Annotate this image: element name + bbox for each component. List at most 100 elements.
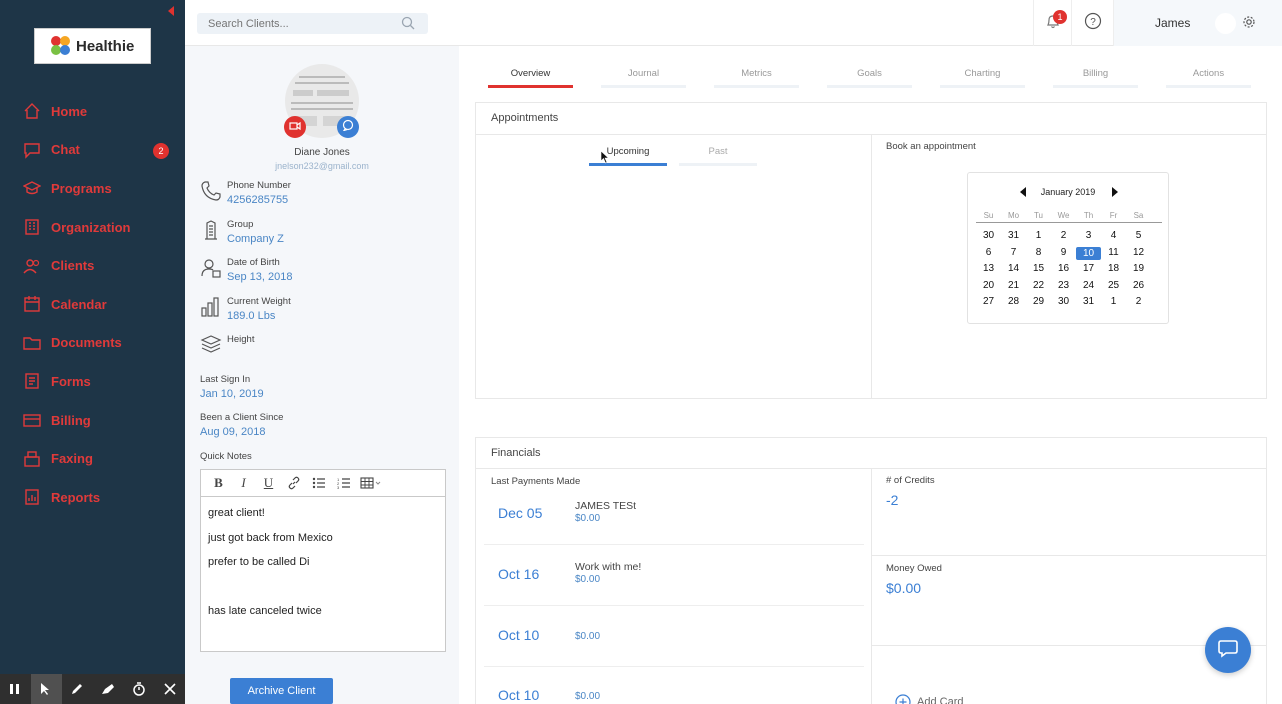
calendar-day[interactable]: 11 <box>1101 246 1126 263</box>
calendar-day[interactable]: 26 <box>1126 279 1151 296</box>
calendar-day[interactable]: 1 <box>1101 295 1126 312</box>
sidebar-item-label: Organization <box>51 219 131 235</box>
brand-logo[interactable]: Healthie <box>34 28 151 64</box>
calendar-day[interactable]: 19 <box>1126 262 1151 279</box>
tab-actions[interactable]: Actions <box>1166 58 1251 88</box>
quick-notes-editor[interactable]: B I U 123 great client! just got back fr… <box>200 469 446 652</box>
calendar-day[interactable]: 21 <box>1001 279 1026 296</box>
payment-row[interactable]: Oct 10 $0.00 <box>484 666 864 704</box>
user-menu[interactable]: James <box>1113 0 1282 46</box>
tab-journal[interactable]: Journal <box>601 58 686 88</box>
tab-metrics[interactable]: Metrics <box>714 58 799 88</box>
sidebar-item-programs[interactable]: Programs <box>0 169 185 208</box>
video-call-button[interactable] <box>284 116 306 138</box>
calendar-day[interactable]: 20 <box>976 279 1001 296</box>
bold-icon[interactable]: B <box>206 473 231 493</box>
sidebar-item-documents[interactable]: Documents <box>0 324 185 363</box>
phone-value[interactable]: 4256285755 <box>227 194 288 206</box>
sidebar-item-clients[interactable]: Clients <box>0 246 185 285</box>
calendar-day[interactable]: 5 <box>1126 229 1151 246</box>
calendar-day[interactable]: 22 <box>1026 279 1051 296</box>
sidebar-item-home[interactable]: Home <box>0 92 185 131</box>
close-icon[interactable] <box>154 674 185 704</box>
calendar-week: 30 31 1 2 3 4 5 <box>976 229 1162 246</box>
link-icon[interactable] <box>281 473 306 493</box>
gear-icon[interactable] <box>1242 15 1256 34</box>
folder-icon <box>22 333 42 353</box>
calendar-day[interactable]: 31 <box>1076 295 1101 312</box>
add-card-button[interactable]: Add Card <box>895 694 963 704</box>
calendar-day[interactable]: 6 <box>976 246 1001 263</box>
sidebar-item-organization[interactable]: Organization <box>0 208 185 247</box>
help-button[interactable]: ? <box>1071 0 1113 46</box>
calendar-day[interactable]: 30 <box>1051 295 1076 312</box>
archive-client-button[interactable]: Archive Client <box>230 678 333 704</box>
calendar-day[interactable]: 9 <box>1051 246 1076 263</box>
calendar-day[interactable]: 2 <box>1051 229 1076 246</box>
search-input[interactable] <box>197 13 387 34</box>
calendar-day[interactable]: 17 <box>1076 262 1101 279</box>
calendar-day[interactable]: 2 <box>1126 295 1151 312</box>
tab-past[interactable]: Past <box>679 146 757 166</box>
note-line: has late canceled twice <box>208 605 322 618</box>
bullet-list-icon[interactable] <box>306 473 331 493</box>
sidebar-item-reports[interactable]: Reports <box>0 478 185 517</box>
weekday-label: Su <box>983 211 994 220</box>
weight-value[interactable]: 189.0 Lbs <box>227 310 275 322</box>
group-value[interactable]: Company Z <box>227 233 284 245</box>
calendar-day[interactable]: 1 <box>1026 229 1051 246</box>
notifications-button[interactable]: 1 <box>1033 0 1071 46</box>
sidebar-item-forms[interactable]: Forms <box>0 362 185 401</box>
pen-icon[interactable] <box>62 674 93 704</box>
tab-goals[interactable]: Goals <box>827 58 912 88</box>
pause-icon[interactable] <box>0 674 31 704</box>
weekday-label: Mo <box>1007 211 1020 220</box>
calendar-day[interactable]: 14 <box>1001 262 1026 279</box>
calendar-day[interactable]: 12 <box>1126 246 1151 263</box>
highlighter-icon[interactable] <box>92 674 123 704</box>
calendar-day[interactable]: 27 <box>976 295 1001 312</box>
table-icon[interactable] <box>356 473 386 493</box>
italic-icon[interactable]: I <box>231 473 256 493</box>
tab-charting[interactable]: Charting <box>940 58 1025 88</box>
tab-overview[interactable]: Overview <box>488 58 573 88</box>
calendar-day[interactable]: 4 <box>1101 229 1126 246</box>
numbered-list-icon[interactable]: 123 <box>331 473 356 493</box>
calendar-day[interactable]: 16 <box>1051 262 1076 279</box>
calendar-day[interactable]: 18 <box>1101 262 1126 279</box>
pointer-icon[interactable] <box>30 674 62 704</box>
calendar-day[interactable]: 23 <box>1051 279 1076 296</box>
calendar-day[interactable]: 24 <box>1076 279 1101 296</box>
calendar-day[interactable]: 30 <box>976 229 1001 246</box>
search-icon[interactable] <box>401 16 415 35</box>
collapse-sidebar-arrow-icon[interactable] <box>168 6 174 16</box>
sidebar-item-billing[interactable]: Billing <box>0 401 185 440</box>
calendar-day[interactable]: 13 <box>976 262 1001 279</box>
calendar-day[interactable]: 25 <box>1101 279 1126 296</box>
tab-billing[interactable]: Billing <box>1053 58 1138 88</box>
calendar-day[interactable]: 3 <box>1076 229 1101 246</box>
payment-row[interactable]: Oct 16 Work with me! $0.00 <box>484 545 864 606</box>
calendar-day[interactable]: 7 <box>1001 246 1026 263</box>
sidebar-item-chat[interactable]: Chat 2 <box>0 131 185 170</box>
message-client-button[interactable] <box>337 116 359 138</box>
dob-value[interactable]: Sep 13, 2018 <box>227 271 292 283</box>
calendar-day[interactable]: 29 <box>1026 295 1051 312</box>
support-chat-button[interactable] <box>1205 627 1251 673</box>
sidebar-nav: Home Chat 2 Programs Organization Client… <box>0 92 185 517</box>
next-month-icon[interactable] <box>1112 187 1118 197</box>
calendar-day[interactable]: 31 <box>1001 229 1026 246</box>
underline-icon[interactable]: U <box>256 473 281 493</box>
calendar-day[interactable]: 8 <box>1026 246 1051 263</box>
money-owed-value: $0.00 <box>886 580 922 596</box>
payment-row[interactable]: Oct 10 $0.00 <box>484 606 864 667</box>
stopwatch-icon[interactable] <box>123 674 154 704</box>
calendar-day[interactable]: 15 <box>1026 262 1051 279</box>
payment-row[interactable]: Dec 05 JAMES TESt $0.00 <box>484 484 864 545</box>
sidebar-item-faxing[interactable]: Faxing <box>0 439 185 478</box>
calendar-day[interactable]: 28 <box>1001 295 1026 312</box>
notes-content[interactable]: great client! just got back from Mexico … <box>201 497 445 640</box>
sidebar-item-calendar[interactable]: Calendar <box>0 285 185 324</box>
client-email[interactable]: jnelson232@gmail.com <box>185 161 459 171</box>
calendar-day-selected[interactable]: 10 <box>1076 246 1101 260</box>
